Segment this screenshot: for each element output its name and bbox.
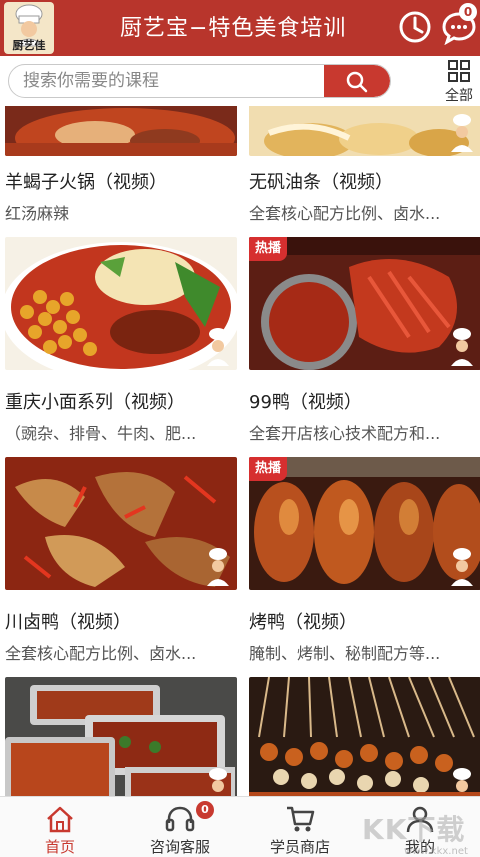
chef-watermark-icon bbox=[209, 768, 227, 792]
course-title[interactable]: 99鸭（视频） bbox=[249, 388, 480, 414]
course-subtitle: 全套核心配方比例、卤水... bbox=[5, 644, 197, 663]
course-card[interactable] bbox=[5, 106, 237, 156]
search-bar: 全部 bbox=[0, 56, 480, 106]
course-title[interactable]: 重庆小面系列（视频） bbox=[5, 388, 237, 414]
course-card[interactable] bbox=[249, 677, 480, 796]
course-title[interactable]: 羊蝎子火锅（视频） bbox=[5, 168, 237, 194]
all-categories-button[interactable]: 全部 bbox=[438, 58, 480, 106]
chef-watermark-icon bbox=[207, 328, 229, 366]
all-categories-label: 全部 bbox=[445, 88, 473, 104]
search-box bbox=[8, 64, 391, 98]
cart-icon bbox=[287, 806, 315, 832]
service-badge: 0 bbox=[196, 801, 214, 819]
nav-shop-label: 学员商店 bbox=[269, 838, 330, 856]
course-thumbnail bbox=[5, 457, 237, 590]
home-icon bbox=[47, 806, 73, 833]
chef-watermark-icon bbox=[451, 548, 473, 586]
nav-service-label: 咨询客服 bbox=[149, 838, 210, 856]
grid-icon bbox=[448, 60, 470, 82]
nav-home[interactable]: 首页 bbox=[0, 797, 120, 857]
course-thumbnail: 热播 bbox=[249, 237, 480, 370]
course-thumbnail bbox=[5, 237, 237, 370]
course-thumbnail bbox=[249, 106, 480, 156]
nav-home-label: 首页 bbox=[44, 838, 75, 856]
course-card[interactable] bbox=[249, 106, 480, 156]
course-card[interactable] bbox=[5, 457, 237, 590]
search-icon bbox=[346, 71, 368, 93]
chef-watermark-icon bbox=[207, 548, 229, 586]
chef-logo: 厨艺佳 bbox=[4, 2, 54, 54]
course-thumbnail bbox=[249, 677, 480, 796]
course-title[interactable]: 无矾油条（视频） bbox=[249, 168, 480, 194]
search-input[interactable] bbox=[9, 65, 325, 97]
course-card[interactable] bbox=[5, 237, 237, 370]
course-grid: 羊蝎子火锅（视频） 红汤麻辣 无矾油条（视频） 全套核心配方比例、卤水... 热… bbox=[0, 106, 480, 796]
page-title: 厨艺宝−特色美食培训 bbox=[120, 16, 347, 41]
course-subtitle: （豌杂、排骨、牛肉、肥... bbox=[5, 424, 197, 443]
course-title[interactable]: 川卤鸭（视频） bbox=[5, 608, 237, 634]
nav-shop[interactable]: 学员商店 bbox=[240, 797, 360, 857]
course-subtitle: 全套开店核心技术配方和... bbox=[249, 424, 441, 443]
course-card[interactable]: 热播 bbox=[249, 457, 480, 590]
history-icon[interactable] bbox=[397, 9, 433, 45]
chef-watermark-icon bbox=[453, 768, 471, 792]
course-title[interactable]: 烤鸭（视频） bbox=[249, 608, 480, 634]
message-badge: 0 bbox=[459, 3, 477, 21]
course-thumbnail bbox=[5, 677, 237, 796]
course-card[interactable] bbox=[5, 677, 237, 796]
course-thumbnail bbox=[5, 106, 237, 156]
hot-tag: 热播 bbox=[249, 237, 287, 261]
site-watermark: www.kkx.net bbox=[404, 846, 468, 857]
course-subtitle: 腌制、烤制、秘制配方等... bbox=[249, 644, 441, 663]
brand-watermark: KK下载 bbox=[362, 813, 466, 846]
course-thumbnail: 热播 bbox=[249, 457, 480, 590]
headset-icon bbox=[165, 806, 195, 832]
search-button[interactable] bbox=[324, 65, 390, 97]
course-card[interactable]: 热播 bbox=[249, 237, 480, 370]
chef-watermark-icon bbox=[451, 114, 473, 152]
logo-text: 厨艺佳 bbox=[12, 39, 46, 52]
hot-tag: 热播 bbox=[249, 457, 287, 481]
app-header: 厨艺佳 厨艺宝−特色美食培训 0 bbox=[0, 0, 480, 56]
nav-service[interactable]: 0 咨询客服 bbox=[120, 797, 240, 857]
course-subtitle: 红汤麻辣 bbox=[5, 204, 70, 223]
chef-watermark-icon bbox=[451, 328, 473, 366]
course-subtitle: 全套核心配方比例、卤水... bbox=[249, 204, 441, 223]
